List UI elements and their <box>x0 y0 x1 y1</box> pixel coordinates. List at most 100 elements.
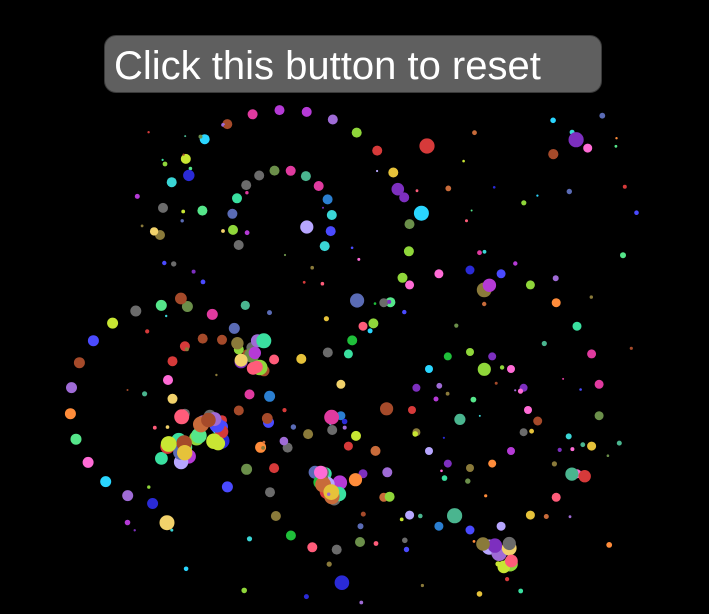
particle <box>206 308 218 320</box>
particle <box>441 475 448 481</box>
particle <box>290 424 297 430</box>
particle <box>147 131 150 134</box>
particle <box>310 265 315 270</box>
particle <box>358 321 368 331</box>
particle <box>158 202 168 213</box>
particle <box>606 454 610 458</box>
particle <box>551 492 561 502</box>
particle <box>140 224 144 228</box>
particle <box>496 521 506 531</box>
particle <box>477 250 482 256</box>
particle <box>162 260 167 266</box>
particle <box>568 132 584 148</box>
particle <box>320 281 325 286</box>
particle <box>397 272 408 283</box>
particle <box>482 278 497 292</box>
particle <box>70 433 82 445</box>
particle <box>568 515 572 519</box>
particle <box>418 513 423 519</box>
particle <box>254 170 265 181</box>
particle <box>223 124 227 128</box>
particle <box>183 169 195 182</box>
particle <box>606 542 613 548</box>
particle <box>327 492 331 496</box>
particle <box>351 430 361 441</box>
particle <box>495 561 501 567</box>
particle <box>517 388 524 394</box>
particle <box>303 429 314 440</box>
particle <box>470 396 477 403</box>
particle <box>367 328 373 334</box>
particle <box>147 485 151 489</box>
particle <box>465 219 468 223</box>
particle <box>322 194 333 205</box>
particle <box>403 246 414 257</box>
particle <box>160 436 177 452</box>
particle <box>403 546 410 553</box>
particle <box>300 171 311 182</box>
particle <box>478 414 481 417</box>
particle <box>241 180 252 191</box>
particle <box>379 298 389 308</box>
particle <box>256 333 272 349</box>
particle <box>165 314 168 318</box>
particle <box>472 540 476 543</box>
particle <box>166 177 177 188</box>
particle <box>499 365 505 370</box>
particle <box>487 538 503 553</box>
particle <box>248 346 261 360</box>
particle <box>327 114 338 125</box>
particle <box>174 409 190 425</box>
particle <box>231 337 244 350</box>
particle <box>343 441 353 451</box>
particle <box>524 406 532 414</box>
particle <box>159 515 175 531</box>
particle-canvas-area: Click this button to reset <box>0 0 709 614</box>
particle <box>82 456 94 468</box>
particle <box>465 265 475 275</box>
particle <box>594 379 604 389</box>
particle <box>227 208 238 219</box>
particle <box>570 447 575 452</box>
particle <box>323 316 329 322</box>
particle <box>322 206 324 209</box>
particle <box>64 408 76 420</box>
reset-button[interactable]: Click this button to reset <box>104 35 602 93</box>
particle <box>303 594 309 600</box>
particle <box>152 425 157 430</box>
particle <box>415 189 419 193</box>
particle <box>261 413 273 424</box>
particle <box>107 317 119 329</box>
particle <box>521 200 527 206</box>
particle <box>246 362 260 375</box>
particle <box>269 354 280 365</box>
particle <box>73 357 85 369</box>
particle <box>384 491 395 502</box>
particle <box>529 428 534 434</box>
particle <box>180 219 184 223</box>
particle <box>325 226 336 237</box>
particle <box>502 536 516 551</box>
particle <box>476 537 490 551</box>
particle <box>326 210 337 220</box>
particle <box>261 446 265 450</box>
particle <box>201 412 216 428</box>
particle <box>370 445 381 456</box>
particle <box>221 229 225 233</box>
particle <box>245 191 249 195</box>
particle <box>442 436 445 439</box>
particle <box>228 224 238 235</box>
particle <box>620 252 626 259</box>
particle <box>336 379 346 389</box>
particle <box>488 459 497 468</box>
particle <box>470 209 473 212</box>
particle <box>518 588 524 594</box>
particle <box>342 425 347 430</box>
particle <box>130 305 142 317</box>
particle <box>279 436 289 446</box>
particle <box>182 153 185 156</box>
particle <box>589 295 593 299</box>
particle <box>419 138 435 154</box>
particle <box>622 184 627 189</box>
particle <box>347 335 358 346</box>
